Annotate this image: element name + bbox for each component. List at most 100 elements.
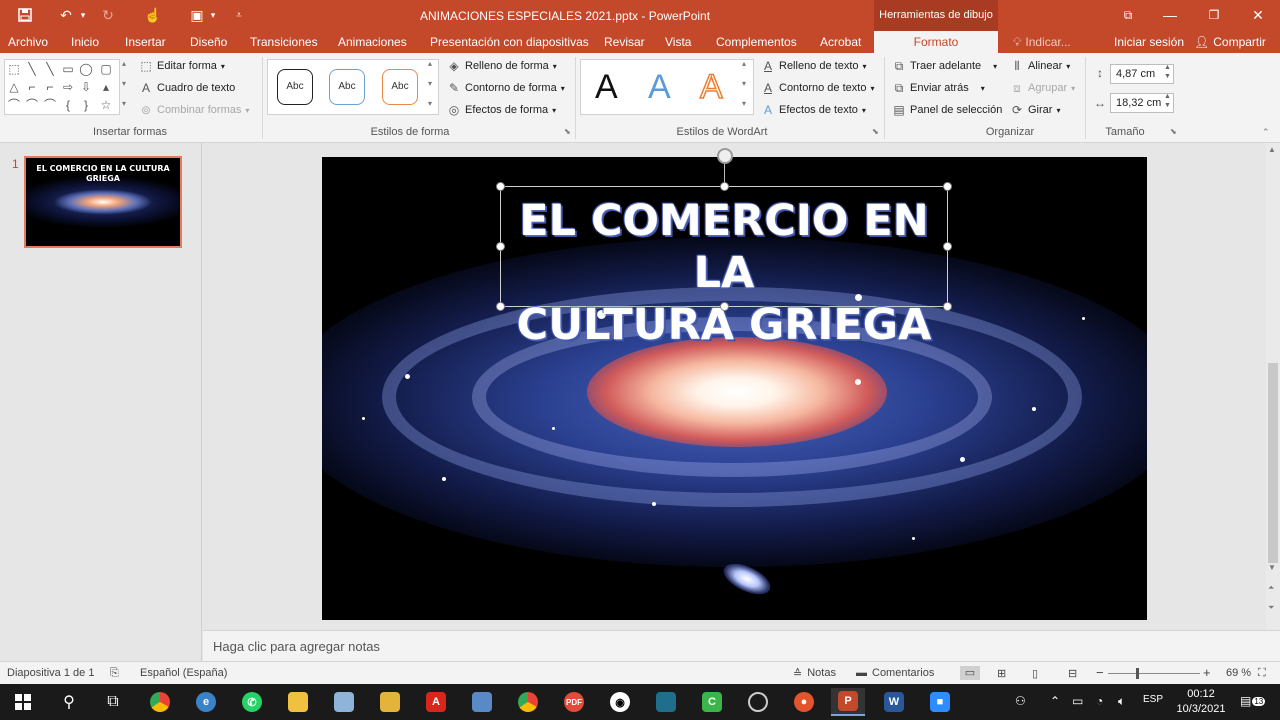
scroll-up-icon[interactable]: ▲ — [1268, 145, 1276, 154]
line2-shape-icon[interactable]: ╲ — [43, 62, 57, 76]
input-language[interactable]: ESP — [1143, 694, 1163, 705]
tray-chevron-icon[interactable]: ⌃ — [1050, 694, 1060, 708]
elbow-connector-icon[interactable]: ⌐ — [25, 80, 39, 94]
spell-check-icon[interactable]: ⎘ — [110, 667, 119, 680]
collapse-ribbon-icon[interactable]: ⌃ — [1262, 127, 1270, 138]
tab-acrobat[interactable]: Acrobat — [820, 35, 861, 49]
whatsapp-icon[interactable]: ✆ — [235, 688, 269, 716]
tab-inicio[interactable]: Inicio — [71, 35, 99, 49]
rotate-button[interactable]: ⟳ Girar ▾ — [1010, 103, 1061, 117]
normal-view-icon[interactable]: ▭ — [960, 666, 980, 680]
resize-handle-e[interactable] — [943, 242, 952, 251]
notifications-button[interactable]: ▤ 13 — [1240, 694, 1266, 708]
oval-shape-icon[interactable]: ◯ — [79, 62, 93, 76]
clock[interactable]: 00:12 10/3/2021 — [1172, 687, 1230, 717]
slide[interactable]: EL COMERCIO EN LA CULTURA GRIEGA — [322, 157, 1147, 620]
arc-shape-icon[interactable]: ⌒ — [25, 98, 39, 112]
styles-scroll-down-icon[interactable]: ▾ — [428, 79, 432, 88]
reading-view-icon[interactable]: ▯ — [1032, 667, 1038, 680]
shapes-scroll-up-icon[interactable]: ▴ — [122, 59, 126, 68]
textbox-shape-icon[interactable]: ⬚ — [7, 62, 21, 76]
pdf-app-icon[interactable]: PDF — [557, 688, 591, 716]
network-icon[interactable]: ◔ — [1096, 694, 1103, 708]
tab-revisar[interactable]: Revisar — [604, 35, 645, 49]
notepad-icon[interactable] — [327, 688, 361, 716]
shapes-scroll-down-icon[interactable]: ▾ — [122, 79, 126, 88]
zoom-slider-thumb[interactable] — [1136, 668, 1139, 679]
notes-pane[interactable]: Haga clic para agregar notas — [203, 630, 1280, 661]
wordart-scroll-down-icon[interactable]: ▾ — [742, 79, 746, 88]
chrome-icon[interactable] — [143, 688, 177, 716]
left-brace-icon[interactable]: { — [61, 98, 75, 112]
search-icon[interactable]: ⚲ — [52, 688, 86, 716]
notes-button[interactable]: ≙ Notas — [793, 667, 836, 680]
scroll-down-icon[interactable]: ▼ — [1268, 563, 1276, 572]
send-backward-button[interactable]: ⧉ Enviar atrás ▾ — [892, 81, 985, 95]
styles-scroll-up-icon[interactable]: ▴ — [428, 59, 432, 68]
wordart-scroll-up-icon[interactable]: ▴ — [742, 59, 746, 68]
tab-formato[interactable]: Formato — [874, 31, 998, 53]
right-brace-icon[interactable]: } — [79, 98, 93, 112]
recorder-icon[interactable]: ● — [787, 688, 821, 716]
close-button[interactable]: ✕ — [1243, 4, 1273, 26]
dialog-launcher-icon[interactable]: ⬊ — [564, 127, 571, 136]
selection-pane-button[interactable]: ▤ Panel de selección — [892, 103, 1002, 117]
restore-button[interactable]: ❐ — [1199, 4, 1229, 26]
next-slide-icon[interactable]: ⏷ — [1268, 603, 1274, 613]
down-arrow-shape-icon[interactable]: ⇩ — [79, 80, 93, 94]
rectangle-shape-icon[interactable]: ▭ — [61, 62, 75, 76]
wordart-orange-sample[interactable]: A — [699, 67, 723, 107]
edit-shape-button[interactable]: ⬚ Editar forma ▾ — [139, 59, 225, 73]
zoom-icon[interactable]: ■ — [923, 688, 957, 716]
styles-more-icon[interactable]: ▾ — [428, 99, 432, 108]
comments-button[interactable]: ▬ Comentarios — [856, 667, 934, 679]
obs-icon[interactable]: ◉ — [603, 688, 637, 716]
share-button[interactable]: 👤︎ Compartir — [1194, 35, 1266, 49]
align-button[interactable]: ⫴ Alinear ▾ — [1010, 59, 1070, 73]
height-spinner[interactable]: ▲ ▼ — [1164, 63, 1171, 81]
shape-style-dark[interactable]: Abc — [277, 69, 313, 105]
slide-title[interactable]: EL COMERCIO EN LA CULTURA GRIEGA — [501, 195, 947, 351]
width-spinner[interactable]: ▲ ▼ — [1164, 92, 1171, 110]
rounded-rect-shape-icon[interactable]: ▢ — [99, 62, 113, 76]
text-fill-button[interactable]: A Relleno de texto ▾ — [761, 59, 867, 73]
battery-icon[interactable]: ▭ — [1072, 694, 1083, 708]
line-shape-icon[interactable]: ╲ — [25, 62, 39, 76]
text-outline-button[interactable]: A Contorno de texto ▾ — [761, 81, 874, 95]
shape-effects-button[interactable]: ◎ Efectos de forma ▾ — [447, 103, 556, 117]
resize-handle-ne[interactable] — [943, 182, 952, 191]
tab-insertar[interactable]: Insertar — [125, 35, 166, 49]
title-textbox[interactable]: EL COMERCIO EN LA CULTURA GRIEGA — [496, 164, 952, 350]
tab-diseno[interactable]: Diseño — [190, 35, 227, 49]
zoom-slider[interactable] — [1108, 673, 1200, 674]
shape-styles-gallery[interactable]: Abc Abc Abc — [267, 59, 439, 115]
right-arrow-shape-icon[interactable]: ⇨ — [61, 80, 75, 94]
more-shapes-icon[interactable]: ▴ — [99, 80, 113, 94]
zoom-in-button[interactable]: + — [1203, 665, 1211, 680]
word-icon[interactable]: W — [877, 688, 911, 716]
group-button[interactable]: ⧈ Agrupar ▾ — [1010, 81, 1075, 95]
tab-vista[interactable]: Vista — [665, 35, 691, 49]
volume-icon[interactable]: 🔈︎ — [1118, 694, 1125, 709]
previous-slide-icon[interactable]: ⏶ — [1268, 583, 1274, 593]
freeform-icon[interactable]: ⌒ — [43, 98, 57, 112]
powerpoint-icon[interactable]: P — [831, 688, 865, 716]
resize-handle-nw[interactable] — [496, 182, 505, 191]
sign-in-link[interactable]: Iniciar sesión — [1114, 35, 1184, 49]
triangle-shape-icon[interactable]: △ — [7, 80, 21, 94]
connector-icon[interactable]: ⌐ — [43, 80, 57, 94]
tab-complementos[interactable]: Complementos — [716, 35, 797, 49]
language-indicator[interactable]: Español (España) — [140, 667, 227, 679]
slide-sorter-icon[interactable]: ⊞ — [997, 667, 1006, 680]
dialog-launcher-icon[interactable]: ⬊ — [1170, 127, 1177, 136]
slideshow-view-icon[interactable]: ⊟ — [1068, 667, 1077, 680]
resize-handle-sw[interactable] — [496, 302, 505, 311]
ribbon-display-options-icon[interactable]: ⧉ — [1113, 4, 1143, 26]
shape-style-blue[interactable]: Abc — [329, 69, 365, 105]
shape-fill-button[interactable]: ◈ Relleno de forma ▾ — [447, 59, 556, 73]
scrollbar-thumb[interactable] — [1268, 363, 1278, 563]
gauge-app-icon[interactable] — [741, 688, 775, 716]
tab-transiciones[interactable]: Transiciones — [250, 35, 318, 49]
tell-me-box[interactable]: 💡︎ Indicar... — [1013, 35, 1071, 50]
people-icon[interactable]: ⚇ — [1015, 694, 1026, 708]
